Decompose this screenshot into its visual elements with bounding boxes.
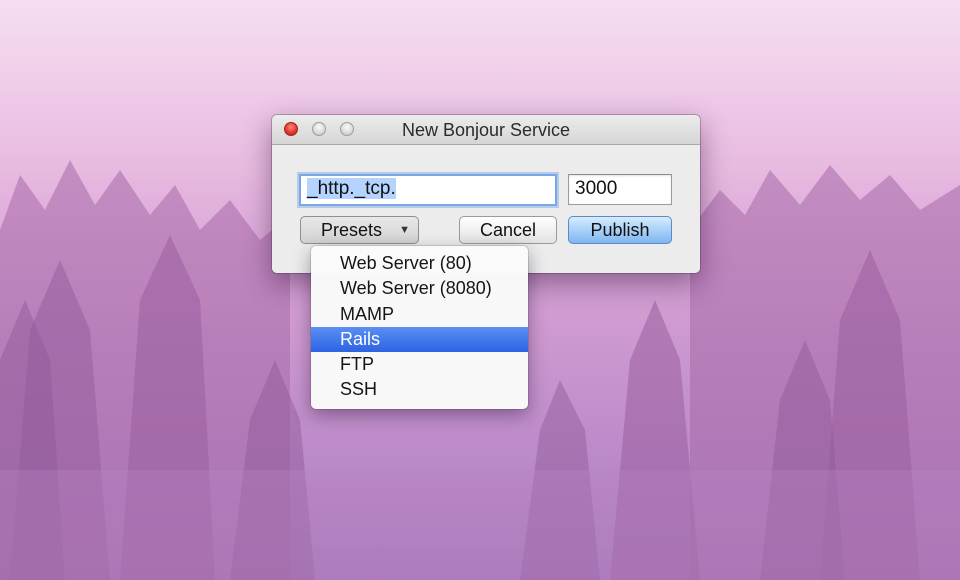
chevron-down-icon: ▼ [399, 224, 410, 236]
presets-label: Presets [321, 220, 383, 240]
menu-item-ssh[interactable]: SSH [311, 377, 528, 402]
publish-button[interactable]: Publish [568, 216, 672, 244]
menu-item-ftp[interactable]: FTP [311, 352, 528, 377]
menu-item-mamp[interactable]: MAMP [311, 302, 528, 327]
window-title: New Bonjour Service [401, 120, 571, 140]
service-type-selected-text: _http._tcp. [307, 178, 396, 199]
menu-item-rails[interactable]: Rails [311, 326, 528, 353]
port-input[interactable]: 3000 [568, 174, 672, 205]
service-type-input[interactable]: _http._tcp. [299, 174, 557, 206]
presets-popup-button[interactable]: Presets ▼ [300, 216, 419, 244]
menu-item-web-server-8080[interactable]: Web Server (8080) [311, 276, 528, 301]
cancel-button[interactable]: Cancel [459, 216, 557, 244]
presets-menu-list: Web Server (80) Web Server (8080) MAMP R… [311, 251, 528, 403]
menu-item-web-server-80[interactable]: Web Server (80) [311, 251, 528, 276]
title-bar[interactable]: New Bonjour Service [272, 115, 700, 145]
presets-menu: Web Server (80) Web Server (8080) MAMP R… [311, 246, 528, 409]
